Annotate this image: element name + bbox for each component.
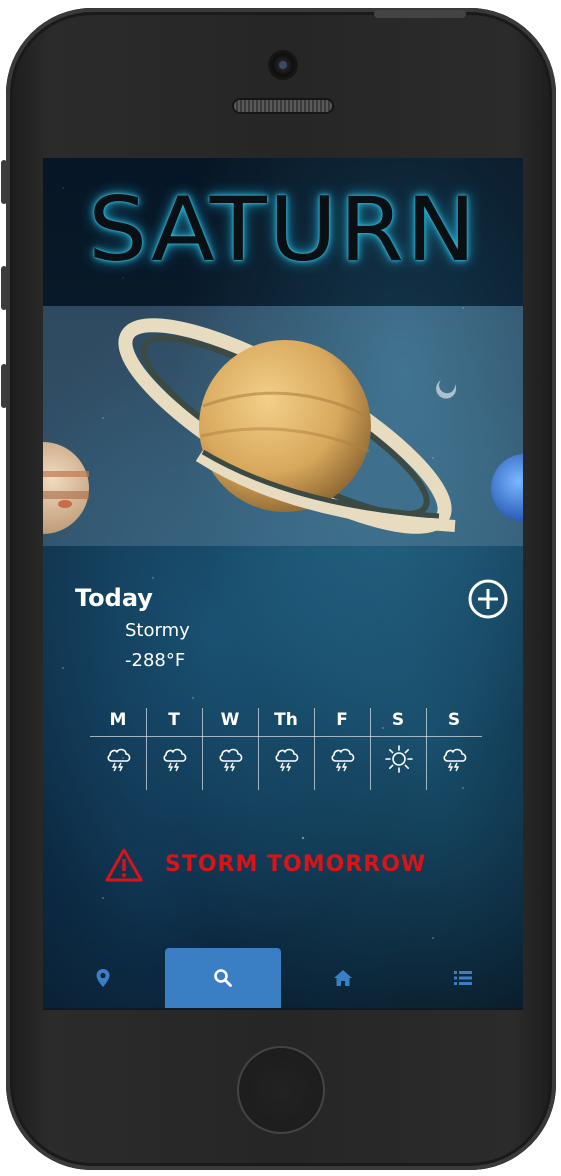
forecast-day[interactable]: S bbox=[426, 708, 482, 790]
storm-cloud-icon bbox=[328, 744, 358, 774]
home-icon bbox=[334, 970, 352, 986]
forecast-day-label: S bbox=[447, 710, 461, 730]
nav-location[interactable] bbox=[43, 948, 163, 1008]
warning-triangle-icon bbox=[105, 848, 143, 882]
temperature-text: -288°F bbox=[125, 650, 186, 671]
forecast-day-label: T bbox=[168, 710, 180, 730]
saturn-illustration bbox=[43, 306, 523, 546]
forecast-day[interactable]: M bbox=[90, 708, 146, 790]
forecast-day[interactable]: F bbox=[314, 708, 370, 790]
nav-search[interactable] bbox=[165, 948, 281, 1008]
forecast-column-divider bbox=[314, 708, 315, 790]
storm-cloud-icon bbox=[216, 744, 246, 774]
saturn-planet[interactable] bbox=[102, 306, 467, 546]
forecast-day[interactable]: T bbox=[146, 708, 202, 790]
alert-text: STORM TOMORROW bbox=[165, 852, 427, 877]
storm-cloud-icon bbox=[104, 744, 134, 774]
forecast-day-label: M bbox=[109, 710, 127, 730]
condition-text: Stormy bbox=[125, 620, 190, 641]
add-plus-button[interactable] bbox=[467, 578, 509, 620]
map-pin-icon bbox=[96, 969, 110, 987]
forecast-column-divider bbox=[258, 708, 259, 790]
nav-bottom-edge bbox=[43, 1008, 523, 1010]
today-label: Today bbox=[75, 584, 153, 612]
forecast-day-label: W bbox=[220, 710, 240, 730]
mute-switch bbox=[1, 160, 7, 204]
title-bar: SATURN bbox=[43, 158, 523, 306]
forecast-day-label: F bbox=[336, 710, 348, 730]
forecast-day-label: S bbox=[391, 710, 405, 730]
jupiter-planet[interactable] bbox=[43, 442, 89, 534]
sun-icon bbox=[384, 744, 414, 774]
weekly-forecast: M T W Th F S S bbox=[90, 708, 482, 790]
app-screen: SATURN Today Stormy -288°F M T W Th F S … bbox=[43, 158, 523, 1010]
neptune-planet[interactable] bbox=[491, 454, 523, 522]
front-camera bbox=[270, 52, 296, 78]
volume-down-button bbox=[1, 364, 7, 408]
bottom-nav bbox=[43, 948, 523, 1010]
nav-home[interactable] bbox=[283, 948, 403, 1008]
planet-title: SATURN bbox=[87, 178, 479, 281]
power-button bbox=[374, 10, 466, 18]
forecast-day-label: Th bbox=[274, 710, 298, 730]
nav-list[interactable] bbox=[403, 948, 523, 1008]
storm-alert[interactable]: STORM TOMORROW bbox=[105, 848, 465, 888]
forecast-column-divider bbox=[370, 708, 371, 790]
forecast-day[interactable]: W bbox=[202, 708, 258, 790]
planet-carousel[interactable] bbox=[43, 306, 523, 546]
storm-cloud-icon bbox=[160, 744, 190, 774]
forecast-column-divider bbox=[146, 708, 147, 790]
storm-cloud-icon bbox=[440, 744, 470, 774]
earpiece-speaker bbox=[234, 100, 332, 112]
volume-up-button bbox=[1, 266, 7, 310]
home-hardware-button[interactable] bbox=[237, 1046, 325, 1134]
forecast-day[interactable]: S bbox=[370, 708, 426, 790]
forecast-day[interactable]: Th bbox=[258, 708, 314, 790]
moon-crescent bbox=[436, 380, 457, 399]
forecast-column-divider bbox=[202, 708, 203, 790]
forecast-column-divider bbox=[426, 708, 427, 790]
search-icon bbox=[214, 969, 232, 987]
storm-cloud-icon bbox=[272, 744, 302, 774]
list-icon bbox=[454, 971, 472, 985]
